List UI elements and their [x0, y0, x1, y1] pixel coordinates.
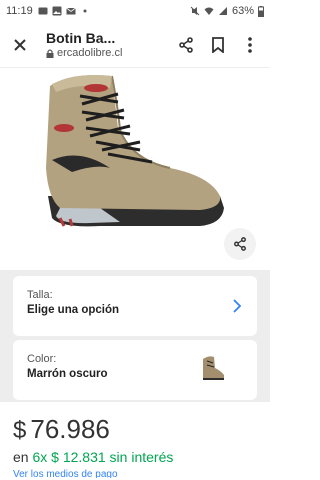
size-picker[interactable]: Talla: Elige una opción [13, 276, 257, 336]
bookmark-button[interactable] [206, 33, 230, 57]
price-amount: 76.986 [30, 414, 110, 444]
share-button[interactable] [174, 33, 198, 57]
page-title: Botin Ba... [46, 30, 116, 46]
email-icon [65, 7, 76, 15]
installments-count: 6x [32, 449, 48, 465]
battery-percent: 63% [231, 5, 254, 17]
installments-suffix: sin interés [109, 449, 174, 465]
more-options-button[interactable] [238, 33, 262, 57]
status-time: 11:19 [6, 5, 33, 17]
status-bar: 11:19 63% [0, 0, 270, 22]
page-domain: ercadolibre.cl [57, 47, 123, 59]
installments-info: en 6x $ 12.831 sin interés [13, 449, 257, 465]
close-icon [14, 38, 26, 51]
dot-icon [83, 9, 87, 13]
share-icon [179, 36, 193, 53]
more-vertical-icon [248, 36, 252, 53]
size-label: Talla: [27, 289, 53, 301]
lock-icon [46, 48, 54, 58]
wifi-icon [204, 7, 214, 15]
installments-amount: $ 12.831 [51, 449, 106, 465]
size-value: Elige una opción [27, 304, 120, 316]
battery-icon [258, 5, 264, 17]
installments-prefix: en [13, 449, 29, 465]
payment-methods-link[interactable]: Ver los medios de pago [13, 469, 257, 478]
mute-icon [190, 6, 200, 16]
share-image-button[interactable] [224, 228, 256, 260]
message-icon [38, 7, 48, 15]
status-notification-icons [38, 6, 90, 16]
price: $ 76.986 [13, 414, 257, 445]
share-icon [234, 237, 246, 251]
price-section: $ 76.986 en 6x $ 12.831 sin interés Ver … [0, 402, 270, 480]
color-thumbnail[interactable] [197, 353, 227, 383]
signal-icon [218, 7, 227, 15]
page-title-block: Botin Ba... ercadolibre.cl [46, 30, 174, 59]
page-url: ercadolibre.cl [46, 47, 174, 59]
color-picker[interactable]: Color: Marrón oscuro [13, 340, 257, 400]
price-currency: $ [13, 417, 27, 444]
close-button[interactable] [8, 33, 32, 57]
gallery-icon [52, 6, 62, 16]
custom-tab-toolbar: Botin Ba... ercadolibre.cl [0, 22, 270, 68]
bookmark-icon [212, 36, 224, 53]
chevron-right-icon [233, 299, 242, 313]
